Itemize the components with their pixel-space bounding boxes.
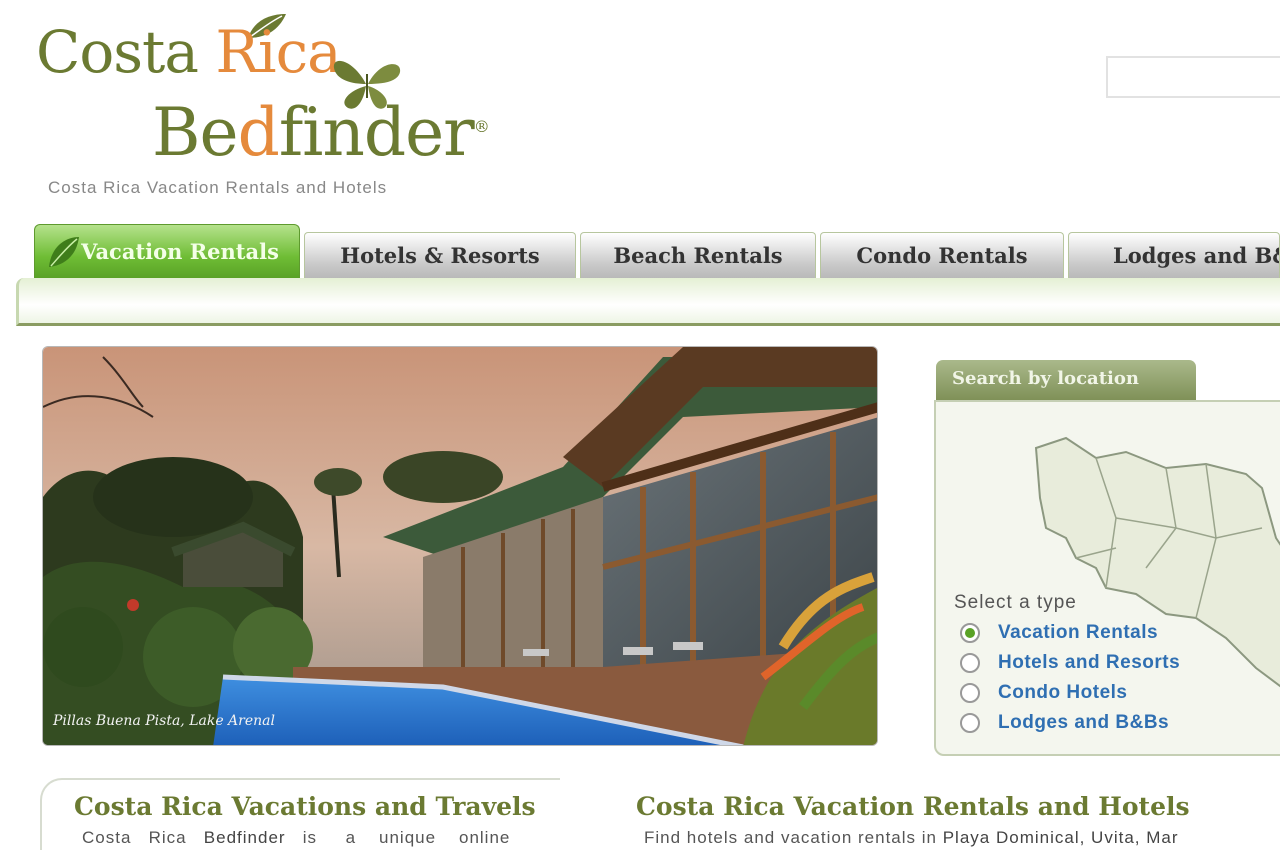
radio-button[interactable] xyxy=(960,683,980,703)
search-by-location-panel: Search by location Select a type Vacatio… xyxy=(934,360,1280,760)
leaf-icon xyxy=(49,237,79,267)
search-by-location-tab: Search by location xyxy=(936,360,1196,402)
radio-label[interactable]: Hotels and Resorts xyxy=(998,652,1180,674)
places-link[interactable]: Playa Dominical, Uvita, Mar xyxy=(943,828,1179,847)
hero-caption: Pillas Buena Pista, Lake Arenal xyxy=(53,713,275,729)
hero-image: Pillas Buena Pista, Lake Arenal xyxy=(42,346,878,746)
intro-heading: Costa Rica Vacations and Travels xyxy=(74,792,536,821)
tab-label: Condo Rentals xyxy=(856,243,1028,268)
tab-condo-rentals[interactable]: Condo Rentals xyxy=(820,232,1064,278)
site-search-input[interactable] xyxy=(1106,56,1280,98)
intro-text: Costa Rica Bedfinder is a unique online xyxy=(82,828,511,847)
tab-label: Beach Rentals xyxy=(613,243,783,268)
tab-lodges-bnbs[interactable]: Lodges and B&Bs xyxy=(1068,232,1280,278)
site-logo[interactable]: Costa Rica Bedfinder® Costa Rica Vacatio… xyxy=(34,10,554,210)
radio-selected-dot xyxy=(965,628,975,638)
radio-option-lodges-bnbs[interactable]: Lodges and B&Bs xyxy=(960,712,1169,734)
radio-button[interactable] xyxy=(960,713,980,733)
logo-tagline: Costa Rica Vacation Rentals and Hotels xyxy=(48,178,388,197)
main-navigation: Vacation Rentals Hotels & Resorts Beach … xyxy=(0,222,1280,332)
rentals-text: Find hotels and vacation rentals in Play… xyxy=(644,828,1179,847)
logo-title-line1: Costa Rica xyxy=(36,18,342,86)
radio-label[interactable]: Vacation Rentals xyxy=(998,622,1158,644)
select-type-label: Select a type xyxy=(954,592,1077,613)
tab-label: Vacation Rentals xyxy=(81,239,279,264)
tab-beach-rentals[interactable]: Beach Rentals xyxy=(580,232,816,278)
logo-title-line2: Bedfinder® xyxy=(152,94,490,171)
hero-photo xyxy=(43,347,877,745)
tab-label: Lodges and B&Bs xyxy=(1113,243,1279,268)
search-panel-body: Select a type Vacation Rentals Hotels an… xyxy=(934,400,1280,756)
radio-button[interactable] xyxy=(960,623,980,643)
radio-option-hotels-resorts[interactable]: Hotels and Resorts xyxy=(960,652,1180,674)
radio-option-vacation-rentals[interactable]: Vacation Rentals xyxy=(960,622,1158,644)
nav-subbar xyxy=(16,278,1280,326)
radio-label[interactable]: Condo Hotels xyxy=(998,682,1128,704)
tab-vacation-rentals[interactable]: Vacation Rentals xyxy=(34,224,300,278)
tab-hotels-resorts[interactable]: Hotels & Resorts xyxy=(304,232,576,278)
radio-button[interactable] xyxy=(960,653,980,673)
radio-option-condo-hotels[interactable]: Condo Hotels xyxy=(960,682,1128,704)
rentals-heading: Costa Rica Vacation Rentals and Hotels xyxy=(636,792,1190,821)
tab-label: Hotels & Resorts xyxy=(340,243,540,268)
radio-label[interactable]: Lodges and B&Bs xyxy=(998,712,1169,734)
